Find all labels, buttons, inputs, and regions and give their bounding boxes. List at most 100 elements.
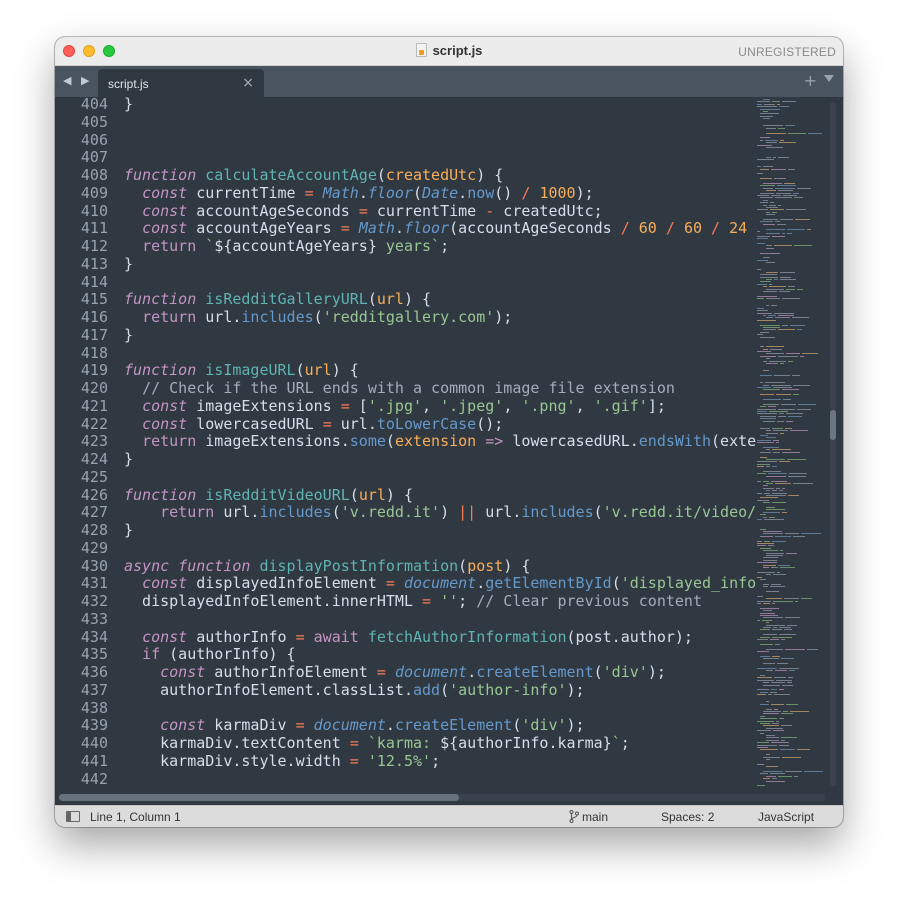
minimap-line (763, 111, 768, 112)
tab-close-icon[interactable]: × (242, 75, 254, 91)
minimap-line (778, 564, 790, 566)
new-tab-icon[interactable]: + (804, 71, 817, 90)
minimap-line (794, 197, 803, 199)
line-number: 433 (80, 609, 108, 628)
code-token: . (476, 574, 486, 593)
code-token: some (349, 432, 386, 451)
minimap-line (779, 413, 784, 415)
minimap-line (766, 459, 785, 460)
minimap-line (788, 677, 793, 679)
minimap-line (778, 156, 789, 158)
code-token: = (385, 574, 395, 593)
code-token: ${accountAgeYears} (214, 237, 377, 255)
syntax-selector[interactable]: JavaScript (758, 810, 814, 824)
minimap-line (766, 727, 783, 729)
minimap-line (780, 276, 791, 278)
minimap-line (783, 195, 797, 196)
code-token: lowercasedURL. (503, 432, 639, 451)
code-token: 1000 (539, 183, 576, 202)
minimap-line (757, 595, 763, 597)
code-token: currentTime (367, 201, 486, 220)
minimap-line (772, 636, 792, 638)
minimap-line (760, 139, 763, 141)
title-bar: script.js UNREGISTERED (55, 37, 843, 66)
tab-menu-chevron-down-icon[interactable] (824, 75, 834, 82)
minimap-line (760, 221, 773, 223)
indentation-setting[interactable]: Spaces: 2 (661, 810, 714, 824)
code-token: floor (403, 219, 450, 238)
code-token: ; (620, 734, 630, 752)
code-token: url (358, 485, 386, 504)
minimap-line (771, 682, 785, 684)
tab-label: script.js (108, 77, 149, 91)
minimap-line (763, 485, 768, 487)
minimap-line (763, 348, 768, 350)
minimap-line (757, 562, 777, 564)
minimap-line (777, 571, 780, 573)
minimap-line (771, 742, 789, 744)
minimap-line (762, 619, 772, 621)
minimap-line (763, 567, 769, 568)
minimap-line (760, 579, 766, 580)
minimap-line (776, 192, 791, 194)
code-token: ); (494, 308, 513, 326)
cursor-position[interactable]: Line 1, Column 1 (90, 810, 181, 824)
code-token: function (124, 361, 197, 380)
minimap-line (770, 586, 785, 588)
code-token: => (485, 432, 504, 451)
code-token: karmaDiv (205, 716, 296, 735)
code-token: 'v.redd.it' (340, 503, 441, 522)
minimap-line (766, 449, 770, 451)
minimap-line (773, 600, 793, 602)
tab-nav-arrows-icon[interactable]: ◀ ▶ (63, 74, 92, 87)
vertical-scrollbar-thumb[interactable] (830, 410, 836, 440)
minimap-line (757, 763, 764, 765)
minimap-line (779, 490, 783, 492)
code-token: // Clear previous content (476, 592, 702, 610)
minimap-line (766, 288, 784, 290)
minimap-line (773, 387, 792, 388)
line-number: 412 (80, 237, 108, 255)
code-token: calculateAccountAge (205, 166, 377, 184)
line-number: 426 (80, 485, 108, 504)
minimap-line (766, 490, 770, 492)
horizontal-scrollbar-thumb[interactable] (59, 794, 459, 801)
code-token: } (124, 450, 134, 468)
git-branch[interactable]: main (582, 810, 608, 824)
code-token: '12.5%' (367, 751, 432, 770)
minimap-line (786, 552, 797, 554)
minimap-line (785, 617, 800, 619)
minimap-line (766, 648, 783, 650)
toggle-sidebar-icon[interactable] (66, 811, 80, 822)
minimap-line (763, 384, 769, 386)
minimap-line (790, 711, 809, 712)
minimap-line (757, 694, 766, 696)
minimap-line (763, 329, 776, 331)
code-token: 60 (683, 219, 702, 238)
minimap-line (757, 307, 764, 309)
minimap-line (779, 106, 789, 108)
code-token: const (142, 201, 188, 220)
editor-area[interactable]: 404 405 406 407 408 409 410 411 412 413 414 415 416 4… (55, 97, 843, 805)
minimap-line (763, 682, 769, 684)
minimap[interactable] (756, 97, 830, 791)
minimap-line (757, 463, 770, 465)
code-token: now (467, 183, 495, 202)
code-token: // Check if the URL ends with a common i… (142, 379, 675, 397)
minimap-line (769, 516, 775, 518)
minimap-line (777, 185, 796, 187)
minimap-line (757, 312, 772, 314)
code-token: Math (358, 219, 395, 238)
minimap-line (760, 375, 772, 376)
tab-script-js[interactable]: script.js × (98, 69, 264, 97)
code-view[interactable]: } function calculateAccountAge(createdUtc… (124, 97, 756, 805)
minimap-line (763, 617, 783, 619)
minimap-line (780, 432, 784, 434)
code-line: return imageExtensions.some(extension =>… (124, 432, 756, 451)
code-token: url (376, 290, 404, 309)
vertical-scrollbar-track[interactable] (830, 102, 836, 786)
